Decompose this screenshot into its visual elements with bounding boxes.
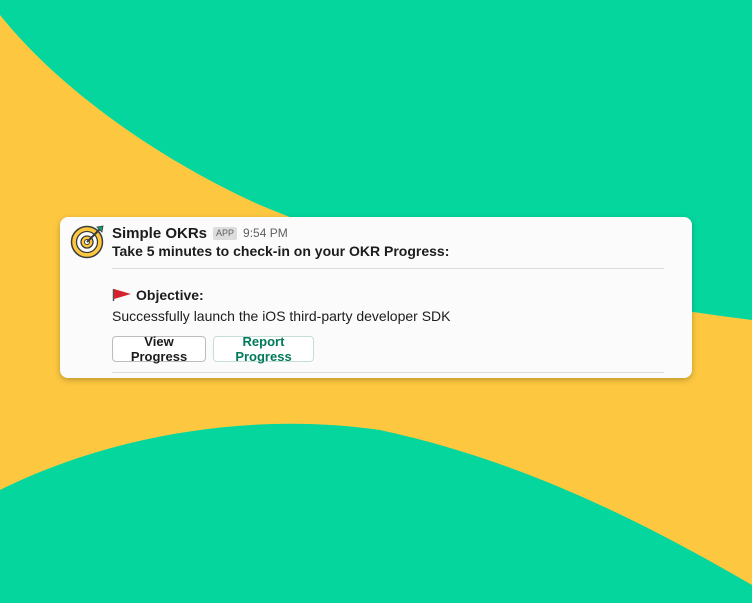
app-name[interactable]: Simple OKRs <box>112 225 207 242</box>
message-card: Simple OKRs APP 9:54 PM Take 5 minutes t… <box>60 217 692 378</box>
divider-top <box>112 268 664 269</box>
view-progress-button[interactable]: View Progress <box>112 334 206 364</box>
divider-bottom <box>112 372 664 373</box>
target-icon <box>70 225 104 259</box>
report-progress-button[interactable]: Report Progress <box>213 334 314 364</box>
objective-text: Successfully launch the iOS third-party … <box>112 308 451 324</box>
objective-heading: Objective: <box>112 287 204 303</box>
timestamp[interactable]: 9:54 PM <box>243 226 288 240</box>
message-prompt: Take 5 minutes to check-in on your OKR P… <box>112 243 450 259</box>
red-flag-icon <box>112 289 131 301</box>
objective-label: Objective: <box>136 287 204 303</box>
message-header: Simple OKRs APP 9:54 PM <box>112 224 288 242</box>
app-badge: APP <box>213 226 238 240</box>
